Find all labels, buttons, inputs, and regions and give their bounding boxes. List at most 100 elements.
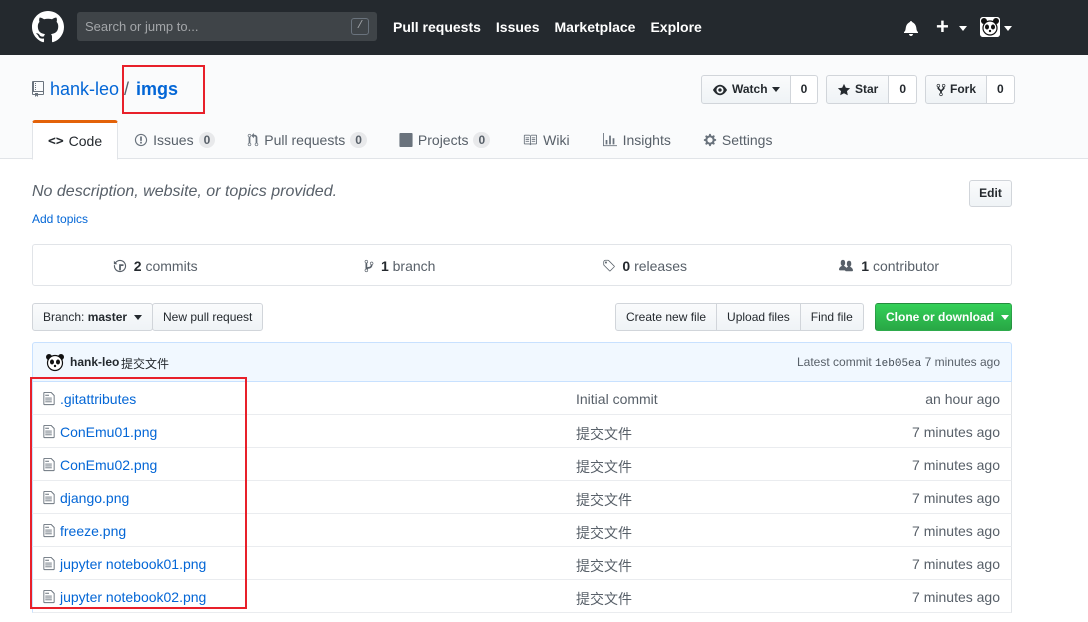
github-logo-icon[interactable]: [32, 11, 64, 43]
fork-count[interactable]: 0: [987, 75, 1015, 104]
add-topics-link[interactable]: Add topics: [32, 212, 88, 226]
branch-icon: [364, 259, 374, 273]
tab-settings[interactable]: Settings: [687, 120, 789, 160]
chevron-down-icon[interactable]: [1004, 26, 1012, 31]
star-button[interactable]: Star: [826, 75, 890, 104]
chevron-down-icon: [1001, 315, 1010, 321]
new-pull-request-button[interactable]: New pull request: [152, 303, 264, 331]
clone-or-download-button[interactable]: Clone or download: [875, 303, 1012, 331]
nav-issues[interactable]: Issues: [496, 19, 540, 35]
tab-issues-label: Issues: [153, 132, 194, 148]
file-commit-message[interactable]: Initial commit: [576, 391, 658, 407]
find-file-button[interactable]: Find file: [799, 303, 864, 331]
fork-icon: [936, 83, 946, 96]
nav-marketplace[interactable]: Marketplace: [555, 19, 636, 35]
file-age: an hour ago: [925, 391, 1000, 407]
watch-label: Watch: [732, 82, 768, 96]
tab-pull-requests[interactable]: Pull requests 0: [231, 120, 383, 160]
gear-icon: [703, 133, 716, 147]
contributors-label: contributor: [872, 258, 940, 274]
file-commit-message[interactable]: 提交文件: [576, 589, 632, 609]
code-icon: <>: [48, 133, 64, 149]
file-commit-message[interactable]: 提交文件: [576, 490, 632, 510]
latest-commit-info: Latest commit 1eb05ea 7 minutes ago: [797, 355, 1000, 370]
commit-sha-link[interactable]: 1eb05ea: [875, 358, 921, 370]
file-age: 7 minutes ago: [912, 490, 1000, 506]
file-age: 7 minutes ago: [912, 424, 1000, 440]
numbers-summary: 2 commits 1 branch 0 releases 1 contribu…: [32, 244, 1012, 286]
star-label: Star: [855, 82, 879, 96]
tab-issues[interactable]: Issues 0: [118, 120, 231, 160]
global-header: / Pull requests Issues Marketplace Explo…: [0, 0, 1088, 55]
commit-author-link[interactable]: hank-leo: [70, 355, 119, 369]
issue-icon: [135, 133, 148, 147]
bell-icon[interactable]: [904, 20, 918, 36]
commits-count-link[interactable]: 2 commits: [33, 245, 278, 285]
graph-icon: [602, 133, 617, 147]
create-new-icon[interactable]: +: [936, 14, 949, 40]
branch-select-value: master: [87, 310, 128, 324]
commits-count: 2: [133, 258, 142, 274]
global-nav: Pull requests Issues Marketplace Explore: [393, 19, 717, 35]
projects-counter: 0: [473, 132, 491, 148]
file-age: 7 minutes ago: [912, 457, 1000, 473]
watch-count[interactable]: 0: [790, 75, 819, 104]
history-icon: [113, 259, 127, 273]
commit-message-link[interactable]: 提交文件: [121, 355, 169, 372]
pull-request-icon: [248, 133, 259, 147]
tab-wiki-label: Wiki: [543, 132, 570, 148]
tab-settings-label: Settings: [721, 132, 773, 148]
star-icon: [837, 83, 851, 95]
repo-header: hank-leo / imgs Watch 0 Star 0 Fork 0 <>…: [0, 55, 1088, 160]
contributors-count-link[interactable]: 1 contributor: [767, 245, 1012, 285]
commit-age: 7 minutes ago: [924, 355, 1000, 369]
latest-commit-label: Latest commit: [797, 355, 872, 369]
clone-label: Clone or download: [886, 310, 994, 324]
repo-icon: [32, 81, 44, 97]
releases-count-link[interactable]: 0 releases: [522, 245, 767, 285]
file-commit-message[interactable]: 提交文件: [576, 523, 632, 543]
chevron-down-icon: [134, 315, 143, 321]
tab-insights[interactable]: Insights: [586, 120, 687, 160]
file-commit-message[interactable]: 提交文件: [576, 424, 632, 444]
fork-button[interactable]: Fork: [925, 75, 988, 104]
author-avatar[interactable]: [45, 352, 65, 372]
people-icon: [839, 259, 854, 272]
file-commit-message[interactable]: 提交文件: [576, 556, 632, 576]
file-commit-message[interactable]: 提交文件: [576, 457, 632, 477]
watch-button[interactable]: Watch: [701, 75, 791, 104]
tab-code[interactable]: <> Code: [32, 120, 119, 160]
commits-label: commits: [145, 258, 198, 274]
fork-label: Fork: [950, 82, 977, 96]
watch-button-group: Watch 0: [701, 75, 819, 104]
search-shortcut-key: /: [351, 18, 369, 35]
branches-label: branch: [392, 258, 436, 274]
tab-insights-label: Insights: [622, 132, 671, 148]
star-count[interactable]: 0: [889, 75, 918, 104]
tag-icon: [602, 259, 615, 272]
file-age: 7 minutes ago: [912, 556, 1000, 572]
tab-pull-requests-label: Pull requests: [264, 132, 346, 148]
edit-description-button[interactable]: Edit: [969, 180, 1012, 207]
highlight-box-file-names: [30, 377, 247, 609]
branch-select-button[interactable]: Branch: master: [32, 303, 154, 331]
file-actions-group: Create new file Upload files Find file: [615, 303, 864, 331]
branches-count-link[interactable]: 1 branch: [278, 245, 523, 285]
user-avatar[interactable]: [980, 17, 1000, 37]
repo-owner-link[interactable]: hank-leo: [50, 79, 119, 100]
chevron-down-icon: [771, 87, 780, 92]
search-input[interactable]: [77, 12, 347, 41]
eye-icon: [713, 84, 727, 95]
nav-explore[interactable]: Explore: [650, 19, 701, 35]
branch-select-label: Branch:: [43, 310, 85, 324]
create-new-file-button[interactable]: Create new file: [615, 303, 718, 331]
tab-code-label: Code: [68, 133, 103, 149]
upload-files-button[interactable]: Upload files: [716, 303, 801, 331]
contributors-count: 1: [861, 258, 870, 274]
tab-projects[interactable]: Projects 0: [383, 120, 506, 160]
releases-count: 0: [622, 258, 631, 274]
chevron-down-icon[interactable]: [959, 26, 967, 31]
nav-pull-requests[interactable]: Pull requests: [393, 19, 481, 35]
tab-wiki[interactable]: Wiki: [506, 120, 585, 160]
search-box[interactable]: /: [77, 12, 377, 41]
